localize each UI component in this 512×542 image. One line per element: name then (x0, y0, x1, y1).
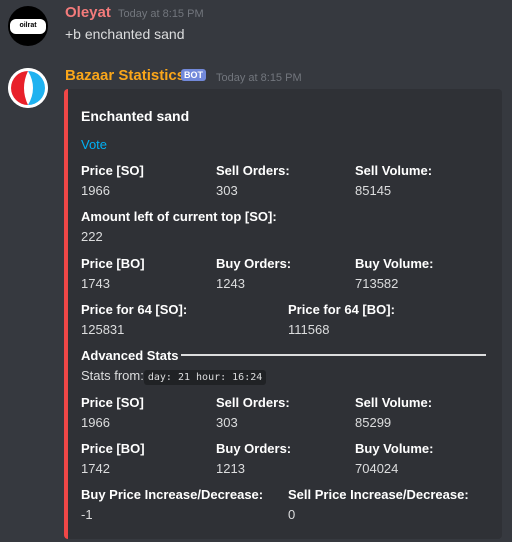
bot-timestamp: Today at 8:15 PM (216, 72, 302, 84)
embed-title: Enchanted sand (81, 108, 190, 124)
avatar-logo-text: oilrat (19, 22, 37, 29)
advanced-stats-heading: Advanced Stats (81, 348, 179, 363)
adv-bo-price-label: Price [BO] (81, 441, 145, 456)
adv-buy-volume-label: Buy Volume: (355, 441, 434, 456)
sell-volume-value: 85145 (355, 183, 392, 198)
stats-from-label: Stats from: (81, 368, 144, 383)
sell-change-label: Sell Price Increase/Decrease: (288, 487, 469, 502)
bot-avatar-icon (8, 68, 48, 108)
stats-from-line: Stats from: day: 21 hour: 16:24 (81, 368, 267, 385)
so-price-value: 1966 (81, 183, 110, 198)
bot-author[interactable]: Bazaar Statistics (65, 67, 185, 84)
adv-sell-volume-label: Sell Volume: (355, 395, 433, 410)
price64-so-value: 125831 (81, 322, 125, 337)
so-price-label: Price [SO] (81, 163, 144, 178)
adv-buy-volume-value: 704024 (355, 461, 399, 476)
message-text: +b enchanted sand (65, 26, 185, 42)
sell-orders-label: Sell Orders: (216, 163, 290, 178)
vote-link[interactable]: Vote (81, 137, 107, 152)
buy-orders-value: 1243 (216, 276, 245, 291)
user-avatar[interactable]: oilrat (8, 6, 48, 46)
adv-bo-price-value: 1742 (81, 461, 110, 476)
message-timestamp: Today at 8:15 PM (118, 8, 204, 20)
sell-volume-label: Sell Volume: (355, 163, 433, 178)
bot-avatar[interactable] (8, 68, 48, 108)
bot-badge: BOT (181, 69, 206, 81)
bo-price-value: 1743 (81, 276, 110, 291)
price64-bo-value: 111568 (288, 322, 330, 337)
stats-embed: Enchanted sand Vote Price [SO] 1966 Sell… (64, 89, 502, 539)
adv-sell-orders-label: Sell Orders: (216, 395, 290, 410)
price64-so-label: Price for 64 [SO]: (81, 302, 188, 317)
adv-buy-orders-value: 1213 (216, 461, 245, 476)
message-author[interactable]: Oleyat (65, 4, 111, 21)
buy-change-value: -1 (81, 507, 93, 522)
amount-left-value: 222 (81, 229, 103, 244)
adv-sell-volume-value: 85299 (355, 415, 392, 430)
amount-left-label: Amount left of current top [SO]: (81, 209, 277, 224)
price64-bo-label: Price for 64 [BO]: (288, 302, 395, 317)
adv-sell-orders-value: 303 (216, 415, 238, 430)
heading-rule (181, 354, 486, 356)
buy-change-label: Buy Price Increase/Decrease: (81, 487, 264, 502)
stats-from-code: day: 21 hour: 16:24 (143, 370, 267, 385)
bo-price-label: Price [BO] (81, 256, 145, 271)
adv-so-price-label: Price [SO] (81, 395, 144, 410)
buy-orders-label: Buy Orders: (216, 256, 292, 271)
buy-volume-value: 713582 (355, 276, 399, 291)
sell-change-value: 0 (288, 507, 296, 522)
buy-volume-label: Buy Volume: (355, 256, 434, 271)
adv-buy-orders-label: Buy Orders: (216, 441, 292, 456)
adv-so-price-value: 1966 (81, 415, 110, 430)
sell-orders-value: 303 (216, 183, 238, 198)
